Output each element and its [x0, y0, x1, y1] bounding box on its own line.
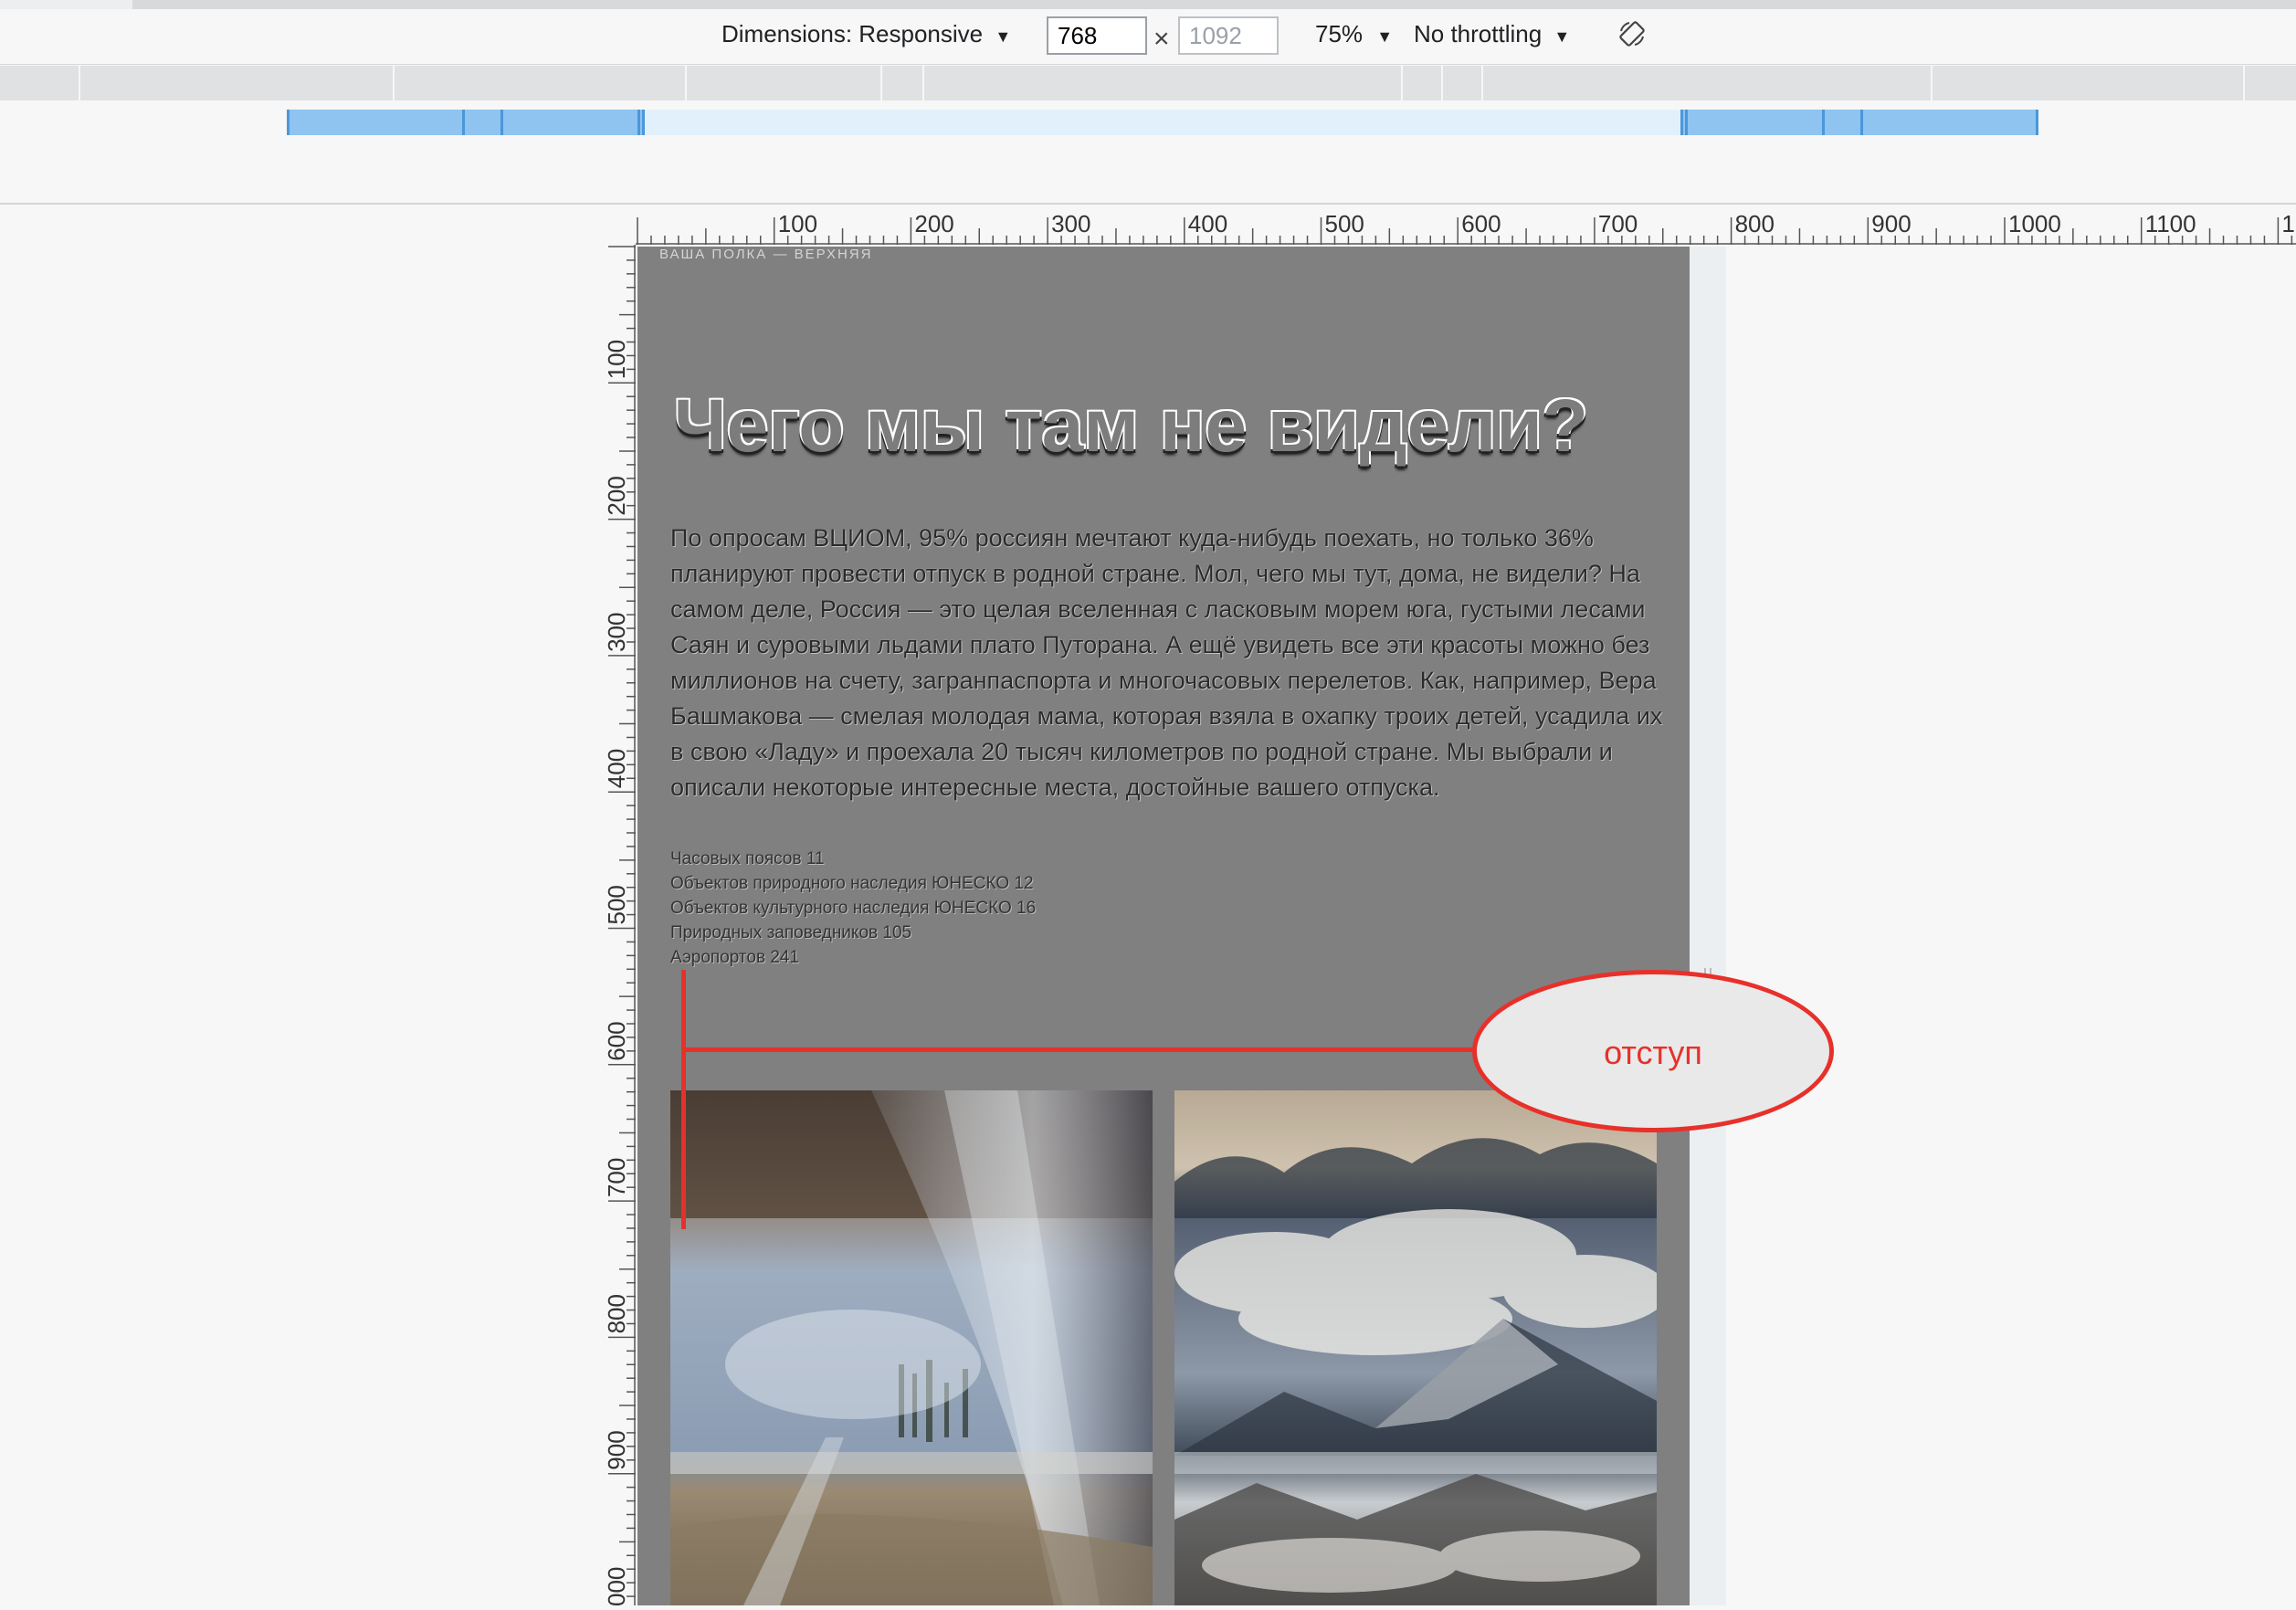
ruler-label: 1: [2281, 210, 2294, 237]
media-query-divider: [79, 66, 80, 100]
photo-train-window[interactable]: [670, 1090, 1153, 1605]
ruler-vertical-ticks: 100 200 300 400 500 600 700 800 900 000: [603, 245, 636, 1606]
stat-item: Объектов природного наследия ЮНЕСКО 12: [670, 874, 1034, 893]
ruler-label: 300: [1051, 210, 1090, 237]
stat-item: Аэропортов 241: [670, 948, 800, 967]
viewport-gutter: [1690, 247, 1726, 1605]
media-query-divider: [393, 66, 395, 100]
media-query-divider: [2243, 66, 2245, 100]
divider: [0, 203, 2296, 205]
media-query-segment[interactable]: [1680, 110, 2038, 135]
chevron-down-icon: ▼: [1553, 27, 1571, 46]
ruler-label: 400: [1188, 210, 1227, 237]
annotation-horizontal-line: [681, 1047, 1485, 1052]
intro-paragraph: По опросам ВЦИОМ, 95% россиян мечтают ку…: [670, 524, 1663, 801]
ruler-label: 300: [603, 613, 630, 652]
page-kicker: ВАША ПОЛКА — ВЕРХНЯЯ: [659, 247, 873, 262]
media-query-divider: [685, 66, 687, 100]
throttling-label: No throttling: [1414, 20, 1543, 47]
media-query-marker: [642, 110, 645, 135]
top-strip-highlight: [0, 0, 132, 9]
media-query-marker: [1685, 110, 1688, 135]
media-query-marker: [1860, 110, 1863, 135]
ruler-label: 700: [603, 1158, 630, 1197]
media-query-divider: [1401, 66, 1403, 100]
stat-item: Природных заповедников 105: [670, 923, 912, 942]
ruler-horizontal: 100 200 300 400 500 600 700 800 900 1000 1100 1: [636, 208, 2296, 245]
ruler-label: 800: [603, 1294, 630, 1333]
media-query-marker: [1680, 110, 1683, 135]
media-query-divider: [1481, 66, 1483, 100]
media-query-marker: [1822, 110, 1825, 135]
dimensions-label: Dimensions: Responsive: [721, 20, 984, 47]
media-query-marker: [462, 110, 465, 135]
ruler-label: 200: [914, 210, 953, 237]
media-query-marker: [500, 110, 503, 135]
page-title: Чего мы там не видели?: [674, 384, 1588, 468]
ruler-label: 900: [603, 1430, 630, 1469]
ruler-label: 200: [603, 476, 630, 515]
emulated-viewport: ВАША ПОЛКА — ВЕРХНЯЯ Чего мы там не виде…: [637, 247, 1690, 1605]
dimensions-dropdown[interactable]: Dimensions: Responsive ▼: [721, 20, 1011, 48]
throttling-dropdown[interactable]: No throttling ▼: [1414, 20, 1570, 48]
ruler-label: 100: [778, 210, 817, 237]
ruler-label: 600: [1461, 210, 1501, 237]
media-query-marker: [2036, 110, 2038, 135]
device-toolbar: Dimensions: Responsive ▼ 768 × 1092 75% …: [0, 0, 2296, 65]
ruler-label: 900: [1871, 210, 1911, 237]
height-input[interactable]: 1092: [1178, 16, 1279, 55]
zoom-label: 75%: [1315, 20, 1364, 47]
ruler-label: 800: [1735, 210, 1775, 237]
ruler-label: 600: [603, 1021, 630, 1060]
ruler-label: 000: [603, 1567, 630, 1605]
ruler-label: 500: [603, 885, 630, 924]
times-icon: ×: [1153, 24, 1170, 54]
ruler-label: 100: [603, 340, 630, 379]
ruler-corner: [601, 208, 636, 245]
zoom-dropdown[interactable]: 75% ▼: [1315, 20, 1393, 48]
top-strip: [0, 0, 2296, 9]
media-query-divider: [1931, 66, 1933, 100]
ruler-label: 400: [603, 749, 630, 788]
ruler-label: 700: [1598, 210, 1638, 237]
media-query-segment[interactable]: [287, 110, 645, 135]
chevron-down-icon: ▼: [995, 27, 1012, 46]
ruler-label: 500: [1325, 210, 1364, 237]
media-query-divider: [1441, 66, 1443, 100]
media-query-marker: [637, 110, 640, 135]
ruler-horizontal-ticks: 100 200 300 400 500 600 700 800 900 1000 1100 1: [636, 210, 2296, 245]
ruler-vertical: 100 200 300 400 500 600 700 800 900 000: [601, 245, 636, 1606]
ruler-label: 1100: [2145, 210, 2196, 237]
chevron-down-icon: ▼: [1376, 27, 1394, 46]
media-query-divider: [922, 66, 924, 100]
annotation-label: отступ: [1604, 1034, 1702, 1071]
stat-item: Часовых поясов 11: [670, 849, 825, 868]
stat-item: Объектов культурного наследия ЮНЕСКО 16: [670, 899, 1037, 918]
photo-mountains[interactable]: [1174, 1090, 1657, 1605]
media-query-divider: [880, 66, 882, 100]
annotation-vertical-line: [681, 970, 686, 1229]
media-query-bar-gray[interactable]: [0, 66, 2296, 100]
rotate-icon[interactable]: [1618, 20, 1646, 47]
media-query-marker: [287, 110, 290, 135]
width-input[interactable]: 768: [1047, 16, 1147, 55]
ruler-label: 1000: [2008, 210, 2061, 237]
